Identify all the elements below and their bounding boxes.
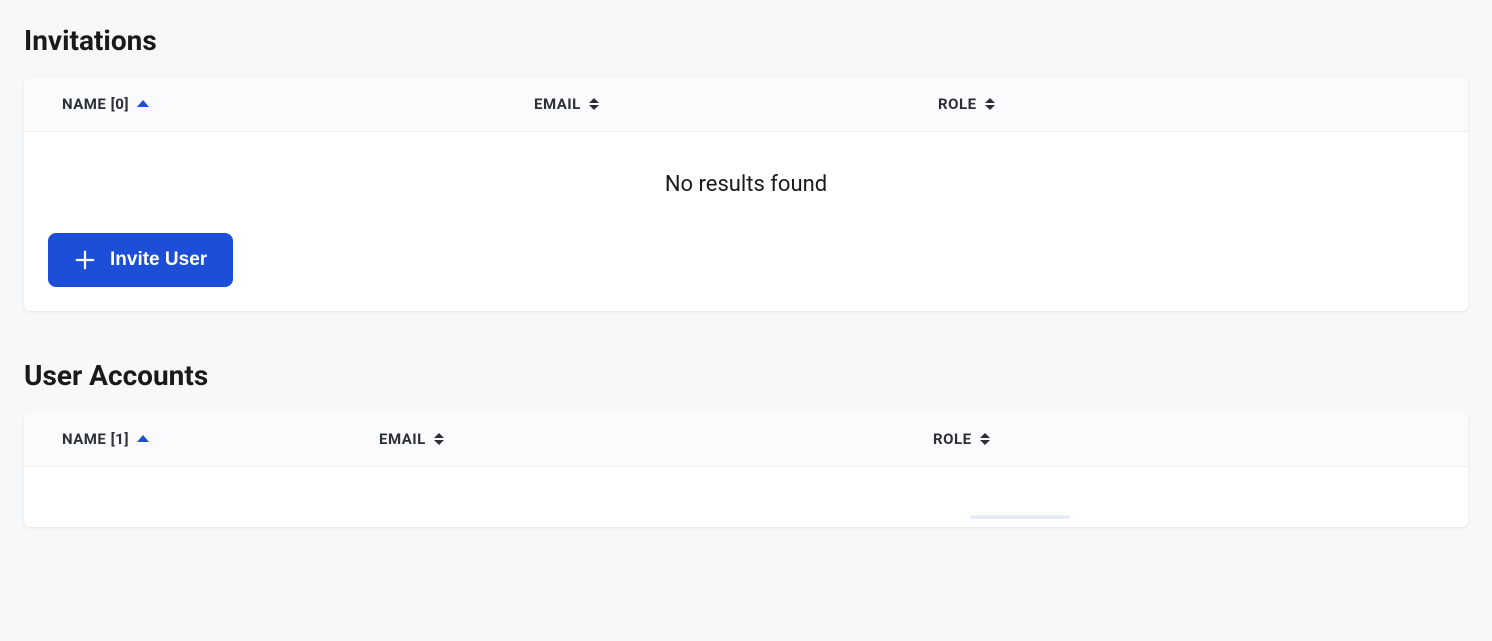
invitations-col-name[interactable]: NAME [0] (24, 95, 534, 113)
user-accounts-col-role[interactable]: ROLE (933, 430, 1468, 448)
invitations-empty-body: No results found (24, 132, 1468, 233)
user-accounts-title: User Accounts (24, 359, 1468, 392)
sort-both-icon (980, 433, 990, 445)
invitations-table-header: NAME [0] EMAIL ROLE (24, 77, 1468, 132)
invitations-col-role-label: ROLE (938, 95, 977, 113)
invitations-col-name-label: NAME [0] (62, 95, 129, 113)
invitations-empty-text: No results found (665, 172, 827, 197)
invitations-col-email-label: EMAIL (534, 95, 581, 113)
user-accounts-col-name-label: NAME [1] (62, 430, 129, 448)
user-accounts-col-email-label: EMAIL (379, 430, 426, 448)
invitations-col-role[interactable]: ROLE (938, 95, 1468, 113)
invite-user-button[interactable]: Invite User (48, 233, 233, 287)
sort-both-icon (589, 98, 599, 110)
sort-both-icon (434, 433, 444, 445)
user-accounts-col-name[interactable]: NAME [1] (24, 430, 379, 448)
user-accounts-table-header: NAME [1] EMAIL ROLE (24, 412, 1468, 467)
loading-skeleton-bar (970, 515, 1070, 519)
invite-user-button-label: Invite User (110, 249, 207, 271)
user-accounts-card: NAME [1] EMAIL ROLE (24, 412, 1468, 527)
sort-both-icon (985, 98, 995, 110)
invitations-card: NAME [0] EMAIL ROLE No results found Inv… (24, 77, 1468, 311)
invitations-col-email[interactable]: EMAIL (534, 95, 938, 113)
user-accounts-col-role-label: ROLE (933, 430, 972, 448)
user-accounts-body (24, 467, 1468, 527)
plus-icon (74, 249, 96, 271)
sort-asc-icon (137, 100, 149, 107)
sort-asc-icon (137, 435, 149, 442)
invitations-title: Invitations (24, 24, 1468, 57)
user-accounts-col-email[interactable]: EMAIL (379, 430, 933, 448)
